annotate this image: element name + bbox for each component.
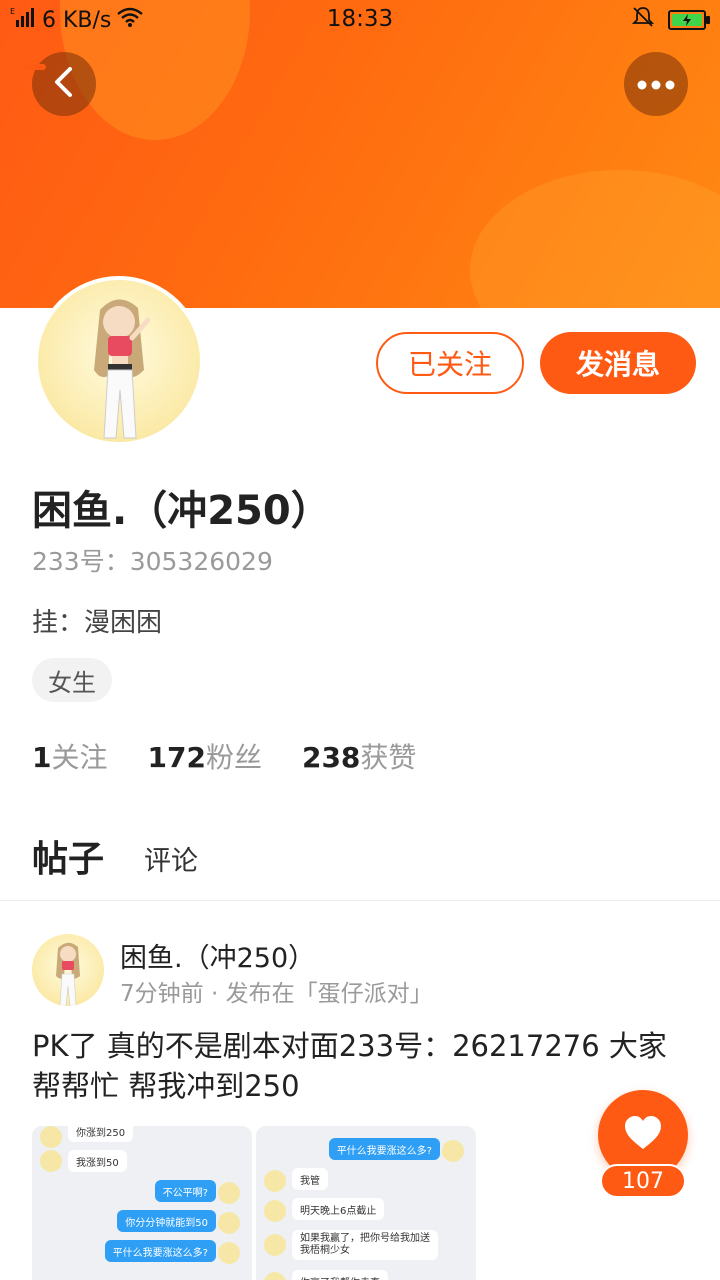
tab-posts[interactable]: 帖子 bbox=[32, 830, 104, 882]
profile-username: 困鱼.（冲250） bbox=[32, 488, 331, 534]
stat-likes[interactable]: 238获赞 bbox=[302, 736, 416, 776]
chat-avatar bbox=[264, 1170, 286, 1192]
avatar-character-image bbox=[56, 942, 80, 1006]
chat-bubble: 你赢了我帮你走直 bbox=[292, 1270, 388, 1280]
avatar-character-image bbox=[94, 299, 151, 439]
profile-avatar[interactable] bbox=[34, 276, 204, 446]
profile-uid: 233号：305326029 bbox=[32, 547, 273, 576]
mute-icon bbox=[631, 6, 655, 34]
heart-icon bbox=[623, 1115, 663, 1155]
send-message-button[interactable]: 发消息 bbox=[540, 332, 696, 394]
post-text[interactable]: PK了 真的不是剧本对面233号：26217276 大家帮帮忙 帮我冲到250 bbox=[32, 1026, 692, 1106]
chat-bubble: 我涨到50 bbox=[68, 1150, 127, 1172]
like-count: 107 bbox=[600, 1164, 686, 1198]
stat-number: 1 bbox=[32, 741, 52, 774]
chat-bubble: 你分分钟就能到50 bbox=[117, 1210, 216, 1232]
stat-fans[interactable]: 172粉丝 bbox=[148, 736, 262, 776]
status-right bbox=[631, 6, 710, 34]
stat-number: 172 bbox=[147, 741, 206, 774]
stat-label: 关注 bbox=[51, 741, 108, 774]
profile-bio: 挂：漫困困 bbox=[32, 608, 163, 638]
chevron-left-icon bbox=[52, 67, 76, 101]
profile-header-background bbox=[0, 0, 720, 308]
post-image[interactable]: 平什么我要涨这么多? 我管 明天晚上6点截止 如果我赢了，把你号给我加送我梧桐少… bbox=[256, 1126, 476, 1280]
chat-avatar bbox=[40, 1150, 62, 1172]
post-images: 你涨到250 我涨到50 不公平啊? 你分分钟就能到50 平什么我要涨这么多? … bbox=[32, 1126, 476, 1280]
status-time: 18:33 bbox=[326, 6, 394, 32]
stat-label: 获赞 bbox=[360, 741, 417, 774]
content-tabs: 帖子 评论 bbox=[32, 830, 198, 882]
profile-stats: 1关注 172粉丝 238获赞 bbox=[32, 736, 416, 776]
post-author-avatar[interactable] bbox=[32, 934, 104, 1006]
chat-avatar bbox=[218, 1182, 240, 1204]
divider bbox=[0, 900, 720, 901]
chat-bubble: 我管 bbox=[292, 1168, 328, 1190]
header-decoration bbox=[470, 170, 720, 308]
back-button[interactable] bbox=[32, 52, 96, 116]
post-image[interactable]: 你涨到250 我涨到50 不公平啊? 你分分钟就能到50 平什么我要涨这么多? bbox=[32, 1126, 252, 1280]
following-button[interactable]: 已关注 bbox=[376, 332, 524, 394]
chat-bubble: 明天晚上6点截止 bbox=[292, 1198, 385, 1220]
chat-bubble: 平什么我要涨这么多? bbox=[328, 1138, 440, 1160]
more-options-button[interactable] bbox=[624, 52, 688, 116]
stat-following[interactable]: 1关注 bbox=[32, 736, 108, 776]
post-author-name[interactable]: 困鱼.（冲250） bbox=[120, 936, 315, 975]
chat-avatar bbox=[264, 1272, 286, 1280]
active-tab-indicator bbox=[24, 64, 46, 70]
chat-bubble: 你涨到250 bbox=[68, 1126, 134, 1142]
stat-label: 粉丝 bbox=[205, 741, 262, 774]
chat-bubble: 平什么我要涨这么多? bbox=[104, 1240, 216, 1262]
more-dots-icon bbox=[636, 75, 676, 94]
gender-tag: 女生 bbox=[32, 658, 112, 702]
battery-icon bbox=[668, 10, 710, 30]
chat-avatar bbox=[40, 1126, 62, 1148]
chat-avatar bbox=[218, 1242, 240, 1264]
stat-number: 238 bbox=[301, 741, 361, 774]
post-meta: 7分钟前 · 发布在「蛋仔派对」 bbox=[120, 981, 433, 1007]
status-bar: E 6 KB/s 18:33 bbox=[0, 0, 720, 40]
chat-bubble: 如果我赢了，把你号给我加送我梧桐少女 bbox=[292, 1230, 438, 1260]
tab-comments[interactable]: 评论 bbox=[144, 839, 198, 882]
chat-avatar bbox=[218, 1212, 240, 1234]
chat-bubble: 不公平啊? bbox=[154, 1180, 216, 1202]
chat-avatar bbox=[442, 1140, 464, 1162]
chat-avatar bbox=[264, 1234, 286, 1256]
chat-avatar bbox=[264, 1200, 286, 1222]
